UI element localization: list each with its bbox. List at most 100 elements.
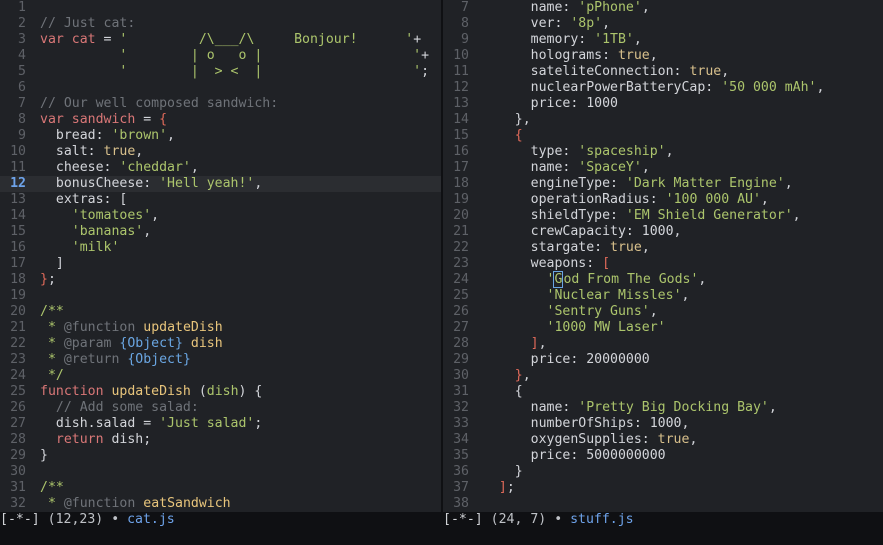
line-number: 23 — [453, 256, 469, 271]
code-token: 'pPhone' — [578, 0, 642, 15]
code-line[interactable]: 23 * @return {Object} — [0, 352, 441, 368]
code-token: function — [40, 384, 112, 399]
code-line[interactable]: 4 ' | o o | '+ — [0, 48, 441, 64]
code-line[interactable]: 21 * @function updateDish — [0, 320, 441, 336]
code-line[interactable]: 23 weapons: [ — [443, 256, 883, 272]
line-number: 28 — [10, 432, 26, 447]
line-number: 12 — [453, 80, 469, 95]
code-line[interactable]: 26 'Sentry Guns', — [443, 304, 883, 320]
code-line[interactable]: 30 }, — [443, 368, 883, 384]
editor-pane-cat-js[interactable]: 1 2 // Just cat: 3 var cat = ' /\___/\ Bonjo… — [0, 0, 441, 512]
code-line[interactable]: 28 return dish; — [0, 432, 441, 448]
code-line[interactable]: 32 name: 'Pretty Big Docking Bay', — [443, 400, 883, 416]
line-number: 31 — [453, 384, 469, 399]
line-number: 26 — [453, 304, 469, 319]
code-line[interactable]: 18}; — [0, 272, 441, 288]
code-token: eatSandwich — [143, 496, 231, 511]
code-line[interactable]: 21 crewCapacity: 1000, — [443, 224, 883, 240]
line-number: 2 — [18, 16, 26, 31]
code-line[interactable]: 29 price: 20000000 — [443, 352, 883, 368]
code-token: true — [617, 48, 650, 63]
code-token: ' | o o | ' — [119, 48, 422, 63]
code-token: {Object} — [119, 336, 183, 351]
code-line[interactable]: 3 var cat = ' /\___/\ Bonjour! '+ — [0, 32, 441, 48]
code-line[interactable]: 24 */ — [0, 368, 441, 384]
code-line[interactable]: 7 // Our well composed sandwich: — [0, 96, 441, 112]
code-line[interactable]: 15 'bananas', — [0, 224, 441, 240]
code-line[interactable]: 19 — [0, 288, 441, 304]
code-line[interactable]: 18 engineType: 'Dark Matter Engine', — [443, 176, 883, 192]
code-line[interactable]: 25 'Nuclear Missles', — [443, 288, 883, 304]
code-line[interactable]: 9 bread: 'brown', — [0, 128, 441, 144]
editor-pane-stuff-js[interactable]: 7 name: 'pPhone', 8 ver: '8p', 9 memory: '… — [443, 0, 883, 512]
code-line[interactable]: 16 type: 'spaceship', — [443, 144, 883, 160]
code-line[interactable]: 28 ], — [443, 336, 883, 352]
code-token: 'SpaceY' — [578, 160, 642, 175]
code-line[interactable]: 12 bonusCheese: 'Hell yeah!', — [0, 176, 441, 192]
code-line[interactable]: 32 * @function eatSandwich — [0, 496, 441, 512]
code-line[interactable]: 35 price: 5000000000 — [443, 448, 883, 464]
code-line[interactable]: 20 /** — [0, 304, 441, 320]
code-token: 'EM Shield Generator' — [625, 208, 793, 223]
code-token: + — [413, 32, 422, 47]
code-token: var — [40, 112, 72, 127]
code-line[interactable]: 26 // Add some salad: — [0, 400, 441, 416]
code-line[interactable]: 30 — [0, 464, 441, 480]
code-line[interactable]: 36 } — [443, 464, 883, 480]
code-line[interactable]: 17 name: 'SpaceY', — [443, 160, 883, 176]
line-number: 29 — [453, 352, 469, 367]
code-line[interactable]: 6 — [0, 80, 441, 96]
code-token: bonusCheese: — [40, 176, 160, 191]
code-token: ; — [506, 480, 515, 495]
code-token: , — [633, 32, 642, 47]
code-line[interactable]: 9 memory: '1TB', — [443, 32, 883, 48]
code-line[interactable]: 14 'tomatoes', — [0, 208, 441, 224]
code-line[interactable]: 5 ' | > < | '; — [0, 64, 441, 80]
code-line[interactable]: 19 operationRadius: '100 000 AU', — [443, 192, 883, 208]
separator-dot: • — [554, 512, 563, 527]
code-line[interactable]: 8 ver: '8p', — [443, 16, 883, 32]
code-line[interactable]: 33 numberOfShips: 1000, — [443, 416, 883, 432]
code-line[interactable]: 13 price: 1000 — [443, 96, 883, 112]
code-line[interactable]: 29} — [0, 448, 441, 464]
code-line[interactable]: 24 'God From The Gods', — [443, 271, 883, 288]
code-line[interactable]: 34 oxygenSupplies: true, — [443, 432, 883, 448]
code-token: * — [40, 336, 64, 351]
code-line[interactable]: 10 salt: true, — [0, 144, 441, 160]
code-line[interactable]: 16 'milk' — [0, 240, 441, 256]
code-line[interactable]: 2 // Just cat: — [0, 16, 441, 32]
code-line[interactable]: 27 '1000 MW Laser' — [443, 320, 883, 336]
code-line[interactable]: 31 /** — [0, 480, 441, 496]
line-number: 3 — [18, 32, 26, 47]
code-line[interactable]: 27 dish.salad = 'Just salad'; — [0, 416, 441, 432]
code-line[interactable]: 25 function updateDish (dish) { — [0, 384, 441, 400]
line-number: 6 — [18, 80, 26, 95]
code-line[interactable]: 20 shieldType: 'EM Shield Generator', — [443, 208, 883, 224]
code-line[interactable]: 8 var sandwich = { — [0, 112, 441, 128]
code-line[interactable]: 22 * @param {Object} dish — [0, 336, 441, 352]
code-token: name: — [483, 0, 579, 15]
code-line[interactable]: 10 holograms: true, — [443, 48, 883, 64]
code-line[interactable]: 38 — [443, 496, 883, 512]
code-token: // Add some salad: — [40, 400, 199, 415]
code-line[interactable]: 17 ] — [0, 256, 441, 272]
code-line[interactable]: 12 nuclearPowerBatteryCap: '50 000 mAh', — [443, 80, 883, 96]
code-token: @function — [63, 496, 136, 511]
code-line[interactable]: 11 sateliteConnection: true, — [443, 64, 883, 80]
code-line[interactable]: 1 — [0, 0, 441, 16]
code-line[interactable]: 11 cheese: 'cheddar', — [0, 160, 441, 176]
code-token: , — [522, 368, 531, 383]
code-line[interactable]: 22 stargate: true, — [443, 240, 883, 256]
code-token: ' | > < | ' — [119, 64, 422, 79]
code-token: cat — [71, 32, 96, 47]
code-line[interactable]: 37 ]; — [443, 480, 883, 496]
code-line[interactable]: 14 }, — [443, 112, 883, 128]
code-line[interactable]: 31 { — [443, 384, 883, 400]
code-token: var — [40, 32, 72, 47]
code-line[interactable]: 7 name: 'pPhone', — [443, 0, 883, 16]
line-number: 30 — [453, 368, 469, 383]
code-line[interactable]: 13 extras: [ — [0, 192, 441, 208]
code-line[interactable]: 15 { — [443, 128, 883, 144]
